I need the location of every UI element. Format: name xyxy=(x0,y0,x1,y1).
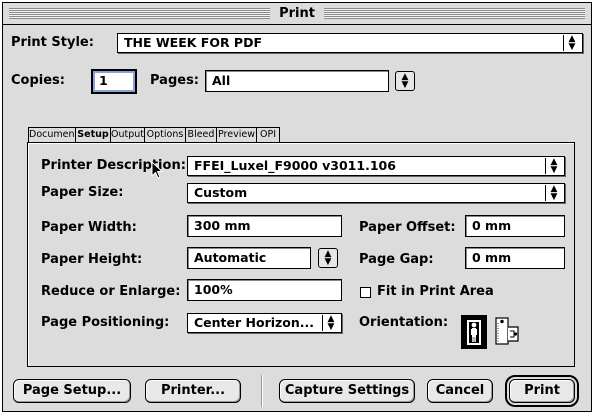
title-bar[interactable]: Print xyxy=(3,3,591,25)
tab-bleed[interactable]: Bleed xyxy=(185,127,217,142)
paper-offset-label: Paper Offset: xyxy=(359,220,456,235)
pages-label: Pages: xyxy=(150,73,200,88)
tab-setup[interactable]: Setup xyxy=(75,127,111,143)
page-setup-button[interactable]: Page Setup... xyxy=(13,379,131,403)
fit-in-print-area-label: Fit in Print Area xyxy=(377,284,494,299)
page-positioning-popup[interactable]: Center Horizon... ▲ ▼ xyxy=(187,313,342,333)
page-positioning-value: Center Horizon... xyxy=(194,315,315,330)
popup-arrows-icon: ▲ ▼ xyxy=(563,35,580,52)
tab-output[interactable]: Output xyxy=(110,127,145,142)
printer-description-popup[interactable]: FFEI_Luxel_F9000 v3011.106 ▲ ▼ xyxy=(187,156,565,176)
print-style-label: Print Style: xyxy=(11,35,94,50)
cancel-button[interactable]: Cancel xyxy=(427,379,493,403)
reduce-enlarge-field[interactable]: 100% xyxy=(187,279,342,301)
paper-width-label: Paper Width: xyxy=(41,220,137,235)
tab-document[interactable]: Document xyxy=(28,127,78,142)
button-separator xyxy=(261,375,263,407)
print-style-value: THE WEEK FOR PDF xyxy=(124,35,263,50)
pages-value: All xyxy=(212,73,231,88)
popup-arrows-icon: ▲ ▼ xyxy=(545,185,562,202)
print-button[interactable]: Print xyxy=(505,375,579,407)
popup-arrows-icon: ▲ ▼ xyxy=(322,315,339,332)
copies-label: Copies: xyxy=(11,73,65,88)
tab-preview[interactable]: Preview xyxy=(216,127,257,142)
print-style-popup[interactable]: THE WEEK FOR PDF ▲ ▼ xyxy=(117,33,583,53)
orientation-label: Orientation: xyxy=(359,315,449,330)
pages-popup-arrows-icon[interactable]: ▲ ▼ xyxy=(395,71,415,91)
mouse-pointer-icon xyxy=(151,161,163,179)
paper-height-field[interactable]: Automatic xyxy=(187,247,311,269)
paper-height-popup-arrows-icon[interactable]: ▲ ▼ xyxy=(318,248,338,268)
paper-offset-field[interactable]: 0 mm xyxy=(465,215,565,237)
printer-description-value: FFEI_Luxel_F9000 v3011.106 xyxy=(194,158,396,173)
paper-size-label: Paper Size: xyxy=(41,185,124,200)
paper-height-label: Paper Height: xyxy=(41,252,143,267)
paper-height-value: Automatic xyxy=(194,250,267,265)
page-gap-value: 0 mm xyxy=(472,250,512,265)
reduce-enlarge-value: 100% xyxy=(194,282,233,297)
page-gap-label: Page Gap: xyxy=(359,252,434,267)
orientation-landscape-icon[interactable] xyxy=(493,315,523,349)
capture-settings-button[interactable]: Capture Settings xyxy=(279,379,415,403)
paper-size-value: Custom xyxy=(194,185,248,200)
print-dialog: Print Print Style: THE WEEK FOR PDF ▲ ▼ C… xyxy=(2,2,592,412)
tab-options[interactable]: Options xyxy=(144,127,186,142)
page-gap-field[interactable]: 0 mm xyxy=(465,247,565,269)
pages-field[interactable]: All xyxy=(205,70,389,92)
window-title: Print xyxy=(270,5,324,22)
reduce-enlarge-label: Reduce or Enlarge: xyxy=(41,284,181,299)
paper-width-field[interactable]: 300 mm xyxy=(187,215,342,237)
copies-field[interactable]: 1 xyxy=(91,69,137,94)
paper-width-value: 300 mm xyxy=(194,218,251,233)
page-positioning-label: Page Positioning: xyxy=(41,315,170,330)
printer-description-label: Printer Description: xyxy=(41,158,186,173)
popup-arrows-icon: ▲ ▼ xyxy=(545,158,562,175)
orientation-portrait-icon[interactable] xyxy=(461,315,487,349)
paper-offset-value: 0 mm xyxy=(472,218,512,233)
paper-size-popup[interactable]: Custom ▲ ▼ xyxy=(187,183,565,203)
copies-value: 1 xyxy=(99,73,108,88)
printer-button[interactable]: Printer... xyxy=(145,379,241,403)
tab-opi[interactable]: OPI xyxy=(256,127,280,142)
fit-in-print-area-checkbox[interactable] xyxy=(360,287,371,298)
